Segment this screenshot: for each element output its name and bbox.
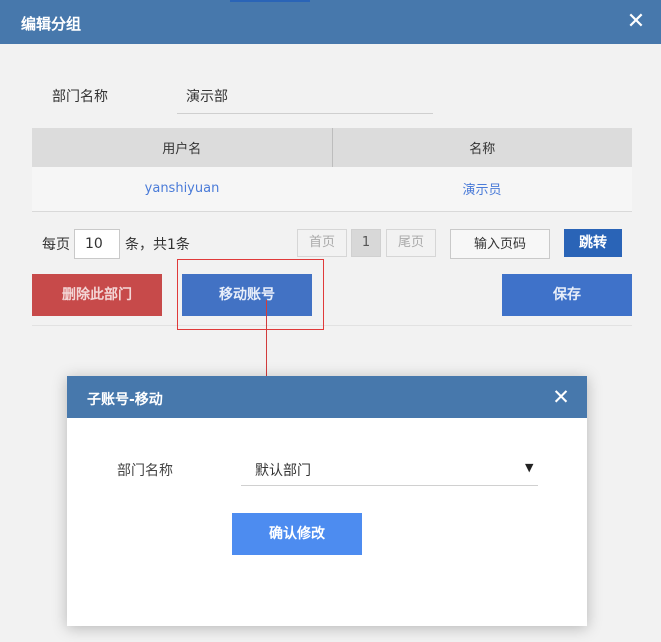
cell-username[interactable]: yanshiyuan: [32, 167, 332, 212]
dept-name-input[interactable]: [177, 78, 433, 114]
delete-department-button[interactable]: 删除此部门: [32, 274, 162, 316]
cell-name[interactable]: 演示员: [332, 167, 632, 212]
tab-indicator: [230, 0, 310, 2]
modal-header: 子账号-移动 ✕: [67, 376, 587, 418]
first-page-button[interactable]: 首页: [297, 229, 347, 257]
caret-down-icon: ▼: [525, 461, 534, 474]
column-header-username: 用户名: [32, 128, 333, 167]
dialog-header: 编辑分组 ✕: [0, 0, 661, 44]
save-button[interactable]: 保存: [502, 274, 632, 316]
user-table: 用户名 名称 yanshiyuan 演示员: [32, 128, 632, 212]
modal-close-icon[interactable]: ✕: [551, 387, 571, 408]
dept-name-label: 部门名称: [52, 89, 108, 105]
goto-page-input[interactable]: [450, 229, 550, 259]
record-summary: 条，共1条: [125, 237, 190, 253]
department-select[interactable]: 默认部门 ▼: [241, 450, 538, 486]
per-page-input[interactable]: [74, 229, 120, 259]
annotation-highlight-box: [177, 259, 324, 330]
table-row[interactable]: yanshiyuan 演示员: [32, 167, 632, 212]
column-header-name: 名称: [332, 128, 632, 167]
close-icon[interactable]: ✕: [626, 11, 646, 33]
modal-title: 子账号-移动: [87, 392, 163, 408]
modal-dept-label: 部门名称: [117, 463, 173, 479]
confirm-change-button[interactable]: 确认修改: [232, 513, 362, 555]
pagination-bar: 每页 条，共1条 首页 1 尾页 跳转: [0, 226, 661, 262]
last-page-button[interactable]: 尾页: [386, 229, 436, 257]
move-account-modal: 子账号-移动 ✕ 部门名称 默认部门 ▼ 确认修改: [67, 376, 587, 626]
dialog-title: 编辑分组: [21, 15, 82, 33]
department-select-value: 默认部门: [255, 463, 311, 479]
divider: [32, 325, 632, 326]
per-page-label: 每页: [42, 237, 70, 253]
table-header-row: 用户名 名称: [32, 128, 632, 167]
goto-page-button[interactable]: 跳转: [564, 229, 622, 257]
page-number-button[interactable]: 1: [351, 229, 381, 257]
